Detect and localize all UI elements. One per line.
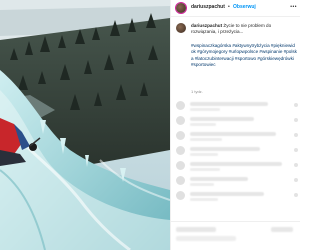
- comment-avatar: [176, 146, 185, 155]
- likes-count-blurred: [176, 236, 236, 241]
- comment-meta-blurred: [190, 153, 218, 156]
- comment-meta-blurred: [190, 168, 220, 171]
- action-icons-blurred: [176, 227, 216, 232]
- comment-like-icon[interactable]: [294, 118, 298, 122]
- caption-avatar[interactable]: [176, 23, 186, 33]
- comment-meta-blurred: [190, 108, 220, 111]
- comment-like-icon[interactable]: [294, 193, 298, 197]
- comment-text-blurred: [190, 177, 248, 181]
- comment-text-blurred: [190, 117, 254, 121]
- comment-avatar: [176, 176, 185, 185]
- comment-meta-blurred: [190, 198, 218, 201]
- comment-avatar: [176, 131, 185, 140]
- comment-row: [176, 101, 300, 113]
- comment-row: [176, 161, 300, 173]
- caption-username[interactable]: dariuszpachut: [191, 23, 222, 28]
- avatar[interactable]: [176, 3, 186, 13]
- ice-climbing-photo: [0, 0, 170, 250]
- comment-like-icon[interactable]: [294, 163, 298, 167]
- comment-row: [176, 146, 300, 158]
- separator-dot: •: [228, 4, 230, 10]
- bookmark-icon-blurred: [271, 227, 293, 232]
- comment-text-blurred: [190, 162, 282, 166]
- comment-row: [176, 191, 300, 203]
- comment-like-icon[interactable]: [294, 103, 298, 107]
- more-options-icon[interactable]: •••: [290, 4, 297, 10]
- username-link[interactable]: dariuszpachut: [191, 4, 225, 10]
- comment-meta-blurred: [190, 138, 222, 141]
- post-header: dariuszpachut • Obserwuj •••: [171, 0, 300, 17]
- follow-button[interactable]: Obserwuj: [233, 4, 256, 10]
- caption-text: dariuszpachut Życie to nie problem do ro…: [191, 23, 295, 36]
- comment-row: [176, 131, 300, 143]
- comment-like-icon[interactable]: [294, 178, 298, 182]
- comment-avatar: [176, 191, 185, 200]
- comment-row: [176, 116, 300, 128]
- post-photo[interactable]: [0, 0, 170, 250]
- comment-text-blurred: [190, 102, 268, 106]
- comment-row: [176, 176, 300, 188]
- comment-avatar: [176, 116, 185, 125]
- caption-hashtags[interactable]: #wspinaczkagórska #aktywnytrybżycia #pię…: [191, 43, 297, 69]
- comment-meta-blurred: [190, 183, 214, 186]
- comment-avatar: [176, 101, 185, 110]
- comment-text-blurred: [190, 132, 276, 136]
- comment-like-icon[interactable]: [294, 148, 298, 152]
- comment-text-blurred: [190, 147, 260, 151]
- post-timestamp: 1 tydz.: [191, 89, 203, 94]
- comment-avatar: [176, 161, 185, 170]
- post-actions-blurred: [171, 221, 300, 250]
- comment-meta-blurred: [190, 123, 216, 126]
- post-side-panel: dariuszpachut • Obserwuj ••• dariuszpach…: [170, 0, 300, 250]
- comment-like-icon[interactable]: [294, 133, 298, 137]
- comment-text-blurred: [190, 192, 264, 196]
